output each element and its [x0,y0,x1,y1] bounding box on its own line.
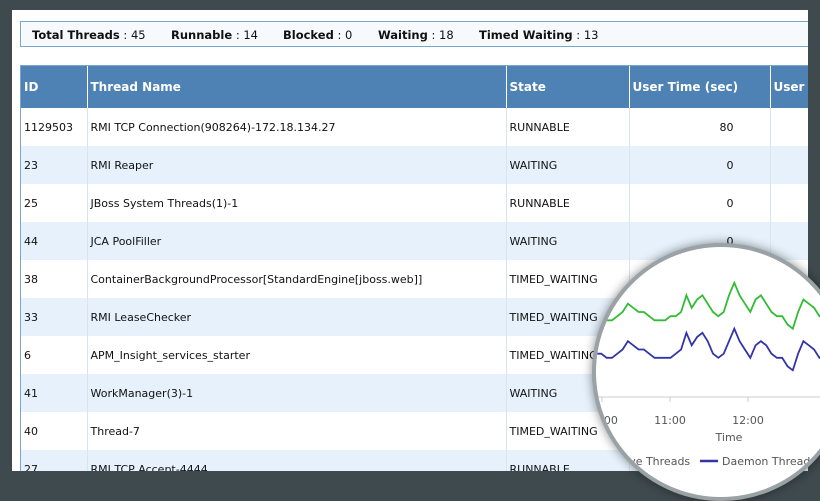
col-header-user[interactable]: User [770,66,808,108]
cell-thread-name: Thread-7 [87,412,507,450]
x-tick-label: 11:00 [654,414,686,427]
col-header-thread-name[interactable]: Thread Name [87,66,507,108]
separator: : [235,28,240,42]
blocked-label: Blocked [283,28,334,42]
threads-line-chart: 10:00 11:00 12:00 Time Live Threads Daemon Th… [596,280,820,468]
col-header-state[interactable]: State [506,66,630,108]
waiting-label: Waiting [378,28,428,42]
cell-thread-name: JCA PoolFiller [87,222,507,260]
timed-waiting-label: Timed Waiting [479,28,573,42]
legend-live-threads: Live Threads [620,455,690,468]
cell-id: 6 [21,336,88,374]
cell-id: 23 [21,146,88,184]
cell-thread-name: ContainerBackgroundProcessor[StandardEng… [87,260,507,298]
magnified-threads-chart: 10:00 11:00 12:00 Time Live Threads Daemon Th… [592,243,820,501]
cell-user-time: 80 [629,108,771,146]
table-row[interactable]: 25 JBoss System Threads(1)-1 RUNNABLE 0 [21,184,808,222]
cell-id: 44 [21,222,88,260]
waiting-value: 18 [439,28,454,42]
cell-thread-name: RMI TCP Connection(908264)-172.18.134.27 [87,108,507,146]
col-header-user-time[interactable]: User Time (sec) [629,66,771,108]
col-header-id[interactable]: ID [21,66,88,108]
screen: { "summary": { "total_label": "Total Thr… [0,0,820,501]
runnable-label: Runnable [171,28,233,42]
series-line-daemon-threads [596,326,820,372]
timed-waiting-value: 13 [583,28,599,42]
cell-id: 40 [21,412,88,450]
cell-thread-name: RMI Reaper [87,146,507,184]
runnable-value: 14 [243,28,258,42]
cell-id: 27 [21,450,88,471]
separator: : [337,28,342,42]
cell-state: RUNNABLE [506,108,630,146]
runnable-stat: Runnable : 14 [171,28,258,42]
total-threads-label: Total Threads [32,28,120,42]
cell-id: 1129503 [21,108,88,146]
series-line-live-threads [596,280,820,331]
cell-id: 25 [21,184,88,222]
cell-thread-name: JBoss System Threads(1)-1 [87,184,507,222]
separator: : [576,28,581,42]
cell-user [770,184,808,222]
table-row[interactable]: 23 RMI Reaper WAITING 0 [21,146,808,184]
total-threads-stat: Total Threads : 45 [32,28,146,42]
table-row[interactable]: 1129503 RMI TCP Connection(908264)-172.18… [21,108,808,146]
waiting-stat: Waiting : 18 [378,28,454,42]
cell-thread-name: RMI LeaseChecker [87,298,507,336]
cell-id: 41 [21,374,88,412]
cell-id: 33 [21,298,88,336]
x-axis-label: Time [715,431,743,444]
cell-thread-name: RMI TCP Accept-4444 [87,450,507,471]
x-tick-label: 12:00 [732,414,764,427]
thread-summary-bar: Total Threads : 45 Runnable : 14 Blocked… [20,21,808,47]
blocked-stat: Blocked : 0 [283,28,352,42]
cell-user [770,108,808,146]
cell-thread-name: WorkManager(3)-1 [87,374,507,412]
table-header-row: ID Thread Name State User Time (sec) Use… [21,66,808,108]
x-tick-label: 10:00 [596,414,618,427]
separator: : [431,28,436,42]
cell-user-time: 0 [629,184,771,222]
cell-user [770,146,808,184]
cell-thread-name: APM_Insight_services_starter [87,336,507,374]
legend-daemon-threads: Daemon Threads [722,455,816,468]
cell-id: 38 [21,260,88,298]
blocked-value: 0 [344,28,353,42]
cell-state: RUNNABLE [506,184,630,222]
cell-user-time: 0 [629,146,771,184]
timed-waiting-stat: Timed Waiting : 13 [479,28,598,42]
separator: : [123,28,128,42]
total-threads-value: 45 [130,28,146,42]
cell-state: WAITING [506,146,630,184]
